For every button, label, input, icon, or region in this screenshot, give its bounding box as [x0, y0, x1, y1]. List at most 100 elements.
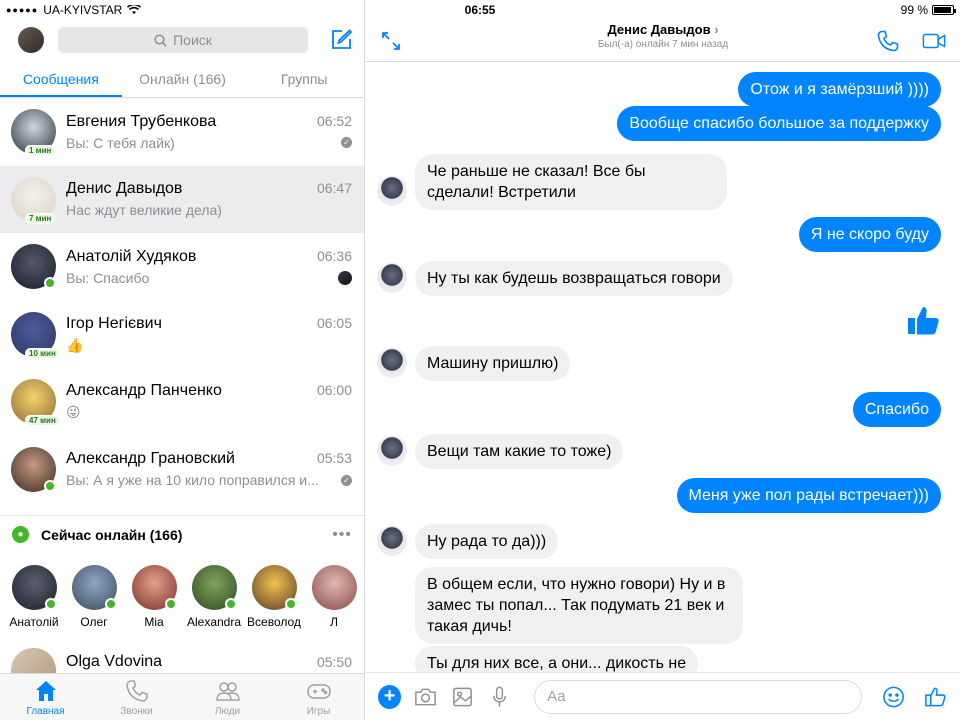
avatar — [251, 565, 297, 610]
avatar: 1 мин — [11, 109, 56, 157]
online-now-section: ● Сейчас онлайн (166) ••• Анатолій Олег Mi… — [0, 515, 364, 629]
incoming-message[interactable]: Ты для них все, а они... дикость не — [415, 646, 699, 672]
like-icon[interactable] — [923, 684, 948, 710]
search-input[interactable]: Поиск — [58, 27, 308, 53]
conversation-preview: 👍 — [66, 336, 84, 353]
contact-name: Денис Давыдов — [607, 22, 711, 37]
conversation-item[interactable]: Olga Vdovina 05:50 — [0, 648, 364, 676]
search-icon — [154, 33, 167, 47]
sender-avatar — [377, 436, 407, 466]
online-person[interactable]: Mia — [124, 565, 184, 629]
compose-icon[interactable] — [329, 28, 353, 52]
last-active-badge: 1 мин — [25, 145, 56, 157]
online-person[interactable]: Alexandra — [184, 565, 244, 629]
outgoing-message[interactable]: Спасибо — [852, 392, 941, 427]
conversation-preview: 😜 — [66, 404, 81, 421]
chat-title[interactable]: Денис Давыдов › Был(-а) онлайн 7 мин наз… — [366, 22, 960, 50]
tab-groups[interactable]: Группы — [243, 62, 365, 97]
incoming-message[interactable]: Ну рада то да))) — [415, 524, 559, 559]
incoming-message[interactable]: Ну ты как будешь возвращаться говори — [415, 261, 733, 296]
avatar — [11, 446, 56, 492]
video-call-icon[interactable] — [922, 29, 946, 53]
online-indicator — [164, 598, 177, 610]
avatar: 7 мин — [11, 176, 56, 224]
conversation-time: 05:53 — [316, 450, 352, 467]
tab-home[interactable]: Главная — [0, 674, 91, 720]
online-person[interactable]: Л — [304, 565, 364, 629]
tab-messages[interactable]: Сообщения — [0, 62, 122, 97]
conversation-body: Александр Грановский 05:53 Вы: А я уже на … — [66, 450, 352, 488]
online-indicator — [104, 598, 117, 610]
conversation-name: Александр Грановский — [66, 450, 235, 468]
tab-games-label: Игры — [306, 705, 331, 717]
avatar: 47 мин — [11, 379, 60, 427]
outgoing-message[interactable]: Меня уже пол рады встречает))) — [676, 478, 941, 513]
incoming-message[interactable]: Че раньше не сказал! Все бы сделали! Вст… — [415, 154, 727, 210]
last-active-badge: 7 мин — [25, 212, 56, 224]
search-placeholder: Поиск — [173, 32, 212, 48]
online-person-name: Л — [330, 615, 338, 629]
avatar — [131, 565, 177, 610]
outgoing-message[interactable]: Отож и я замёрзший )))) — [738, 72, 941, 107]
tab-games[interactable]: Игры — [273, 674, 364, 720]
online-indicator — [44, 598, 57, 610]
photo-icon[interactable] — [450, 684, 475, 710]
people-icon — [215, 681, 240, 701]
status-right: 99 % — [901, 3, 956, 17]
conversation-item[interactable]: Анатолій Худяков 06:36 Вы: Спасибо — [0, 233, 364, 301]
incoming-message[interactable]: Вещи там какие то тоже) — [415, 434, 624, 469]
online-now-header: ● Сейчас онлайн (166) ••• — [0, 515, 364, 553]
camera-icon[interactable] — [413, 684, 438, 710]
outgoing-message[interactable]: Вообще спасибо большое за поддержку — [617, 106, 941, 141]
conversation-body: Анатолій Худяков 06:36 Вы: Спасибо — [66, 248, 352, 286]
expand-icon[interactable] — [380, 30, 402, 52]
avatar — [11, 565, 57, 610]
conversation-list: 1 мин Евгения Трубенкова 06:52 Вы: С тебя л… — [0, 98, 364, 503]
conversation-body: Денис Давыдов 06:47 Нас ждут великие дела) — [66, 180, 352, 218]
phone-call-icon[interactable] — [876, 29, 900, 53]
signal-icon: ●●●●● — [6, 5, 39, 15]
sent-check-icon: ✓ — [341, 137, 352, 149]
conversation-item[interactable]: 1 мин Евгения Трубенкова 06:52 Вы: С тебя л… — [0, 98, 364, 166]
my-avatar[interactable] — [18, 27, 44, 53]
conversation-time: 06:05 — [316, 314, 352, 331]
message-placeholder: Aa — [547, 688, 566, 705]
outgoing-message[interactable]: Я не скоро буду — [798, 217, 941, 252]
last-active-badge: 10 мин — [25, 347, 60, 359]
sidebar-tabs: Сообщения Онлайн (166) Группы — [0, 62, 365, 98]
online-person[interactable]: Олег — [64, 565, 124, 629]
tab-calls-label: Звонки — [120, 705, 153, 717]
conversation-item[interactable]: 7 мин Денис Давыдов 06:47 Нас ждут великие … — [0, 165, 364, 233]
microphone-icon[interactable] — [487, 684, 512, 710]
sender-avatar — [377, 176, 407, 206]
online-indicator — [284, 598, 297, 610]
conversation-item[interactable]: 47 мин Александр Панченко 06:00 😜 — [0, 368, 364, 436]
plus-icon[interactable]: + — [378, 684, 402, 709]
conversation-name: Анатолій Худяков — [66, 247, 197, 265]
conversation-name: Александр Панченко — [66, 382, 222, 400]
seen-avatar-icon — [338, 270, 352, 285]
last-active-badge: 47 мин — [25, 415, 60, 427]
online-person[interactable]: Всеволод — [244, 565, 304, 629]
incoming-message[interactable]: В общем если, что нужно говори) Ну и в з… — [415, 567, 743, 644]
tab-online[interactable]: Онлайн (166) — [122, 62, 244, 97]
message-input[interactable]: Aa — [534, 679, 862, 714]
tab-calls[interactable]: Звонки — [91, 674, 182, 720]
more-icon[interactable]: ••• — [332, 526, 352, 544]
avatar — [11, 244, 56, 290]
clock: 06:55 — [464, 3, 496, 17]
emoji-icon[interactable] — [882, 685, 905, 709]
contact-status: Был(-а) онлайн 7 мин назад — [597, 39, 729, 50]
incoming-message[interactable]: Машину пришлю) — [415, 346, 571, 381]
conversation-item[interactable]: 10 мин Ігор Негієвич 06:05 👍 — [0, 301, 364, 369]
online-person[interactable]: Анатолій — [4, 565, 64, 629]
tab-people[interactable]: Люди — [182, 674, 273, 720]
wifi-icon — [127, 5, 142, 14]
carrier-label: UA-KYIVSTAR — [43, 3, 123, 17]
online-indicator — [224, 598, 237, 610]
conversation-preview: Вы: Спасибо — [66, 269, 150, 286]
online-now-title: Сейчас онлайн (166) — [41, 526, 183, 543]
online-indicator — [44, 479, 56, 492]
conversation-name: Евгения Трубенкова — [66, 112, 217, 130]
conversation-item[interactable]: Александр Грановский 05:53 Вы: А я уже на … — [0, 436, 364, 504]
